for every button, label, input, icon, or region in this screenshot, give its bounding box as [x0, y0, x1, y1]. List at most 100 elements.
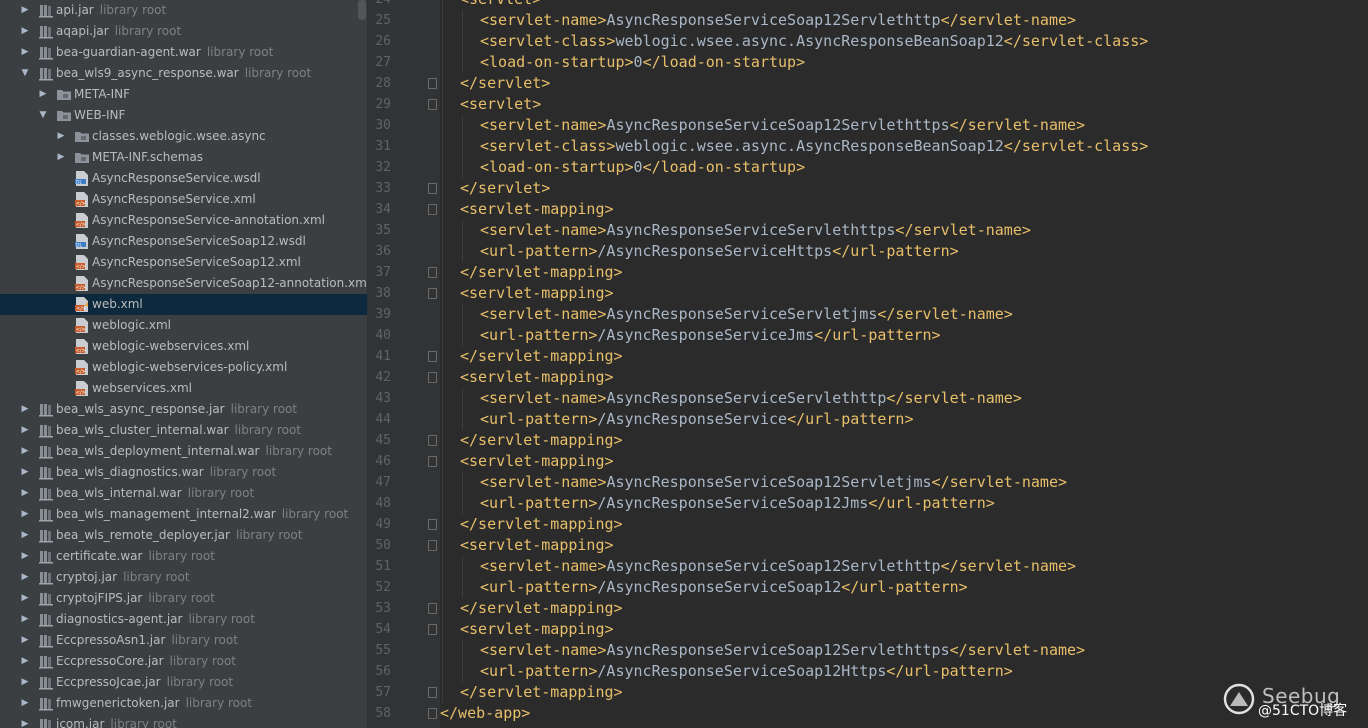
expand-arrow-icon[interactable]: ▶ — [38, 84, 48, 105]
tree-item[interactable]: ▶ EccpressoAsn1.jar library root — [0, 630, 367, 651]
expand-arrow-icon[interactable]: ▶ — [20, 651, 30, 672]
indent-guide — [442, 346, 443, 367]
fold-marker-icon[interactable] — [428, 183, 437, 194]
tree-item-name: webservices.xml — [92, 381, 192, 395]
xml-tag: <servlet-class> — [480, 137, 616, 155]
tree-item[interactable]: ▶ bea_wls_diagnostics.war library root — [0, 462, 367, 483]
tree-item[interactable]: DL AsyncResponseService.wsdl — [0, 168, 367, 189]
xml-tag: <url-pattern> — [480, 578, 598, 596]
tree-item[interactable]: ▼ bea_wls9_async_response.war library root — [0, 63, 367, 84]
tree-item[interactable]: ▶ certificate.war library root — [0, 546, 367, 567]
tree-item[interactable]: </> AsyncResponseService.xml — [0, 189, 367, 210]
indent-guide — [462, 493, 463, 514]
expand-arrow-icon[interactable]: ▶ — [20, 588, 30, 609]
tree-item[interactable]: </> webservices.xml — [0, 378, 367, 399]
tree-item[interactable]: </> AsyncResponseServiceSoap12-annotation… — [0, 273, 367, 294]
fold-marker-icon[interactable] — [428, 624, 437, 635]
tree-item[interactable]: </> weblogic-webservices-policy.xml — [0, 357, 367, 378]
fold-marker-icon[interactable] — [428, 708, 437, 719]
tree-item[interactable]: ▶ bea_wls_remote_deployer.jar library root — [0, 525, 367, 546]
fold-marker-icon[interactable] — [428, 267, 437, 278]
expand-arrow-icon[interactable]: ▶ — [20, 21, 30, 42]
tree-item[interactable]: ▼ WEB-INF — [0, 105, 367, 126]
expand-arrow-icon[interactable]: ▶ — [20, 42, 30, 63]
fold-marker-icon[interactable] — [428, 435, 437, 446]
expand-arrow-icon[interactable]: ▶ — [20, 483, 30, 504]
tree-scrollbar-thumb[interactable] — [358, 0, 366, 20]
svg-text:</>: </> — [76, 222, 86, 228]
tree-item[interactable]: ▶ bea_wls_internal.war library root — [0, 483, 367, 504]
fold-marker-icon[interactable] — [428, 204, 437, 215]
tree-item-suffix: library root — [185, 696, 253, 710]
expand-arrow-icon[interactable]: ▶ — [56, 126, 66, 147]
code-editor[interactable]: <servlet><servlet-name>AsyncResponseServ… — [440, 0, 1368, 728]
tree-item[interactable]: ▶ bea-guardian-agent.war library root — [0, 42, 367, 63]
indent-guide — [442, 157, 443, 178]
library-jar-icon — [39, 530, 53, 543]
tree-item[interactable]: ▶ EccpressoCore.jar library root — [0, 651, 367, 672]
tree-item-name: AsyncResponseService.wsdl — [92, 171, 261, 185]
fold-marker-icon[interactable] — [428, 288, 437, 299]
expand-arrow-icon[interactable]: ▶ — [20, 630, 30, 651]
expand-arrow-icon[interactable]: ▶ — [20, 609, 30, 630]
fold-marker-icon[interactable] — [428, 687, 437, 698]
gutter-row: 54 — [368, 619, 440, 640]
fold-marker-icon[interactable] — [428, 540, 437, 551]
fold-marker-icon[interactable] — [428, 78, 437, 89]
fold-marker-icon[interactable] — [428, 519, 437, 530]
tree-item[interactable]: ▶ cryptoj.jar library root — [0, 567, 367, 588]
tree-item[interactable]: ▶ api.jar library root — [0, 0, 367, 21]
fold-marker-icon[interactable] — [428, 351, 437, 362]
indent-guide — [442, 661, 443, 682]
expand-arrow-icon[interactable]: ▶ — [20, 672, 30, 693]
expand-arrow-icon[interactable]: ▶ — [20, 714, 30, 728]
expand-arrow-icon[interactable]: ▶ — [20, 567, 30, 588]
tree-item-suffix: library root — [123, 570, 190, 584]
tree-item[interactable]: </> AsyncResponseServiceSoap12.xml — [0, 252, 367, 273]
expand-arrow-icon[interactable]: ▶ — [20, 693, 30, 714]
gutter-row: 32 — [368, 157, 440, 178]
fold-marker-icon[interactable] — [428, 372, 437, 383]
tree-item[interactable]: ▶ META-INF — [0, 84, 367, 105]
code-line: </servlet-mapping> — [440, 262, 1148, 283]
tree-item[interactable]: ▶ bea_wls_async_response.jar library root — [0, 399, 367, 420]
tree-item[interactable]: ▶ bea_wls_deployment_internal.war library … — [0, 441, 367, 462]
tree-item-label: WEB-INF — [74, 105, 125, 126]
expand-arrow-icon[interactable]: ▶ — [20, 0, 30, 21]
tree-item[interactable]: </> AsyncResponseService-annotation.xml — [0, 210, 367, 231]
tree-item[interactable]: ▶ fmwgenerictoken.jar library root — [0, 693, 367, 714]
fold-marker-icon[interactable] — [428, 99, 437, 110]
tree-item[interactable]: ▶ EccpressoJcae.jar library root — [0, 672, 367, 693]
collapse-arrow-icon[interactable]: ▼ — [20, 63, 30, 84]
tree-item[interactable]: ▶ diagnostics-agent.jar library root — [0, 609, 367, 630]
tree-item[interactable]: ▶ bea_wls_cluster_internal.war library roo… — [0, 420, 367, 441]
tree-item-label: diagnostics-agent.jar library root — [56, 609, 255, 630]
tree-item[interactable]: </> weblogic.xml — [0, 315, 367, 336]
fold-marker-icon[interactable] — [428, 456, 437, 467]
tree-item[interactable]: DL AsyncResponseServiceSoap12.wsdl — [0, 231, 367, 252]
tree-item[interactable]: </> web.xml — [0, 294, 367, 315]
tree-item[interactable]: ▶ aqapi.jar library root — [0, 21, 367, 42]
xml-tag: </servlet-mapping> — [460, 515, 623, 533]
expand-arrow-icon[interactable]: ▶ — [20, 420, 30, 441]
expand-arrow-icon[interactable]: ▶ — [20, 504, 30, 525]
tree-item-suffix: library root — [110, 717, 177, 728]
expand-arrow-icon[interactable]: ▶ — [20, 525, 30, 546]
tree-item[interactable]: ▶ META-INF.schemas — [0, 147, 367, 168]
collapse-arrow-icon[interactable]: ▼ — [38, 105, 48, 126]
expand-arrow-icon[interactable]: ▶ — [56, 147, 66, 168]
expand-arrow-icon[interactable]: ▶ — [20, 546, 30, 567]
xml-tag: </servlet-mapping> — [460, 683, 623, 701]
code-line: <load-on-startup>0</load-on-startup> — [440, 157, 1148, 178]
fold-marker-icon[interactable] — [428, 603, 437, 614]
tree-item[interactable]: ▶ classes.weblogic.wsee.async — [0, 126, 367, 147]
tree-item[interactable]: ▶ bea_wls_management_internal2.war library… — [0, 504, 367, 525]
expand-arrow-icon[interactable]: ▶ — [20, 462, 30, 483]
tree-item[interactable]: </> weblogic-webservices.xml — [0, 336, 367, 357]
expand-arrow-icon[interactable]: ▶ — [20, 399, 30, 420]
tree-item[interactable]: ▶ cryptojFIPS.jar library root — [0, 588, 367, 609]
expand-arrow-icon[interactable]: ▶ — [20, 441, 30, 462]
line-number: 51 — [375, 559, 391, 574]
indent-guide — [442, 619, 443, 640]
tree-item[interactable]: ▶ jcom.jar library root — [0, 714, 367, 728]
